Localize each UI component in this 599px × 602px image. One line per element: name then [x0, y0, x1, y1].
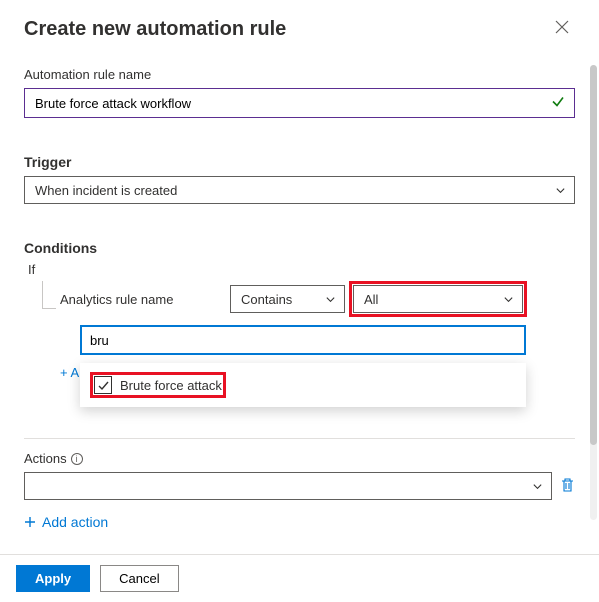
cancel-button[interactable]: Cancel [100, 565, 178, 592]
trash-icon [560, 477, 575, 493]
rule-name-label: Automation rule name [24, 67, 575, 82]
trigger-value: When incident is created [35, 183, 177, 198]
trigger-label: Trigger [24, 154, 575, 170]
delete-action-button[interactable] [560, 477, 575, 496]
action-select[interactable] [24, 472, 552, 500]
add-action-label: Add action [42, 514, 108, 530]
add-condition-link[interactable]: + A [60, 365, 79, 380]
condition-value: All [364, 292, 378, 307]
condition-field-label: Analytics rule name [60, 292, 230, 307]
chevron-down-icon [554, 184, 566, 196]
close-button[interactable] [549, 18, 575, 41]
footer: Apply Cancel [0, 554, 599, 602]
page-title: Create new automation rule [24, 18, 286, 41]
apply-button[interactable]: Apply [16, 565, 90, 592]
chevron-down-icon [324, 293, 336, 305]
actions-label: Actions [24, 451, 67, 466]
check-icon [551, 95, 565, 112]
info-icon[interactable]: i [71, 453, 83, 465]
scrollbar-thumb[interactable] [590, 65, 597, 445]
condition-search-input[interactable] [80, 325, 526, 355]
chevron-down-icon [502, 293, 514, 305]
condition-operator-select[interactable]: Contains [230, 285, 345, 313]
check-icon [97, 379, 110, 392]
close-icon [555, 20, 569, 34]
option-checkbox[interactable] [94, 376, 112, 394]
dropdown-panel: Brute force attack [80, 363, 526, 407]
dropdown-option-label[interactable]: Brute force attack [120, 378, 222, 393]
conditions-label: Conditions [24, 240, 575, 256]
if-label: If [28, 262, 575, 277]
highlight-box: All [349, 281, 527, 317]
add-action-button[interactable]: Add action [24, 514, 108, 530]
chevron-down-icon [531, 480, 543, 492]
rule-name-input[interactable] [24, 88, 575, 118]
divider [24, 438, 575, 439]
operator-value: Contains [241, 292, 292, 307]
tree-line [42, 281, 56, 309]
plus-icon [24, 516, 36, 528]
highlight-box: Brute force attack [90, 372, 226, 398]
condition-value-select[interactable]: All [353, 285, 523, 313]
trigger-select[interactable]: When incident is created [24, 176, 575, 204]
